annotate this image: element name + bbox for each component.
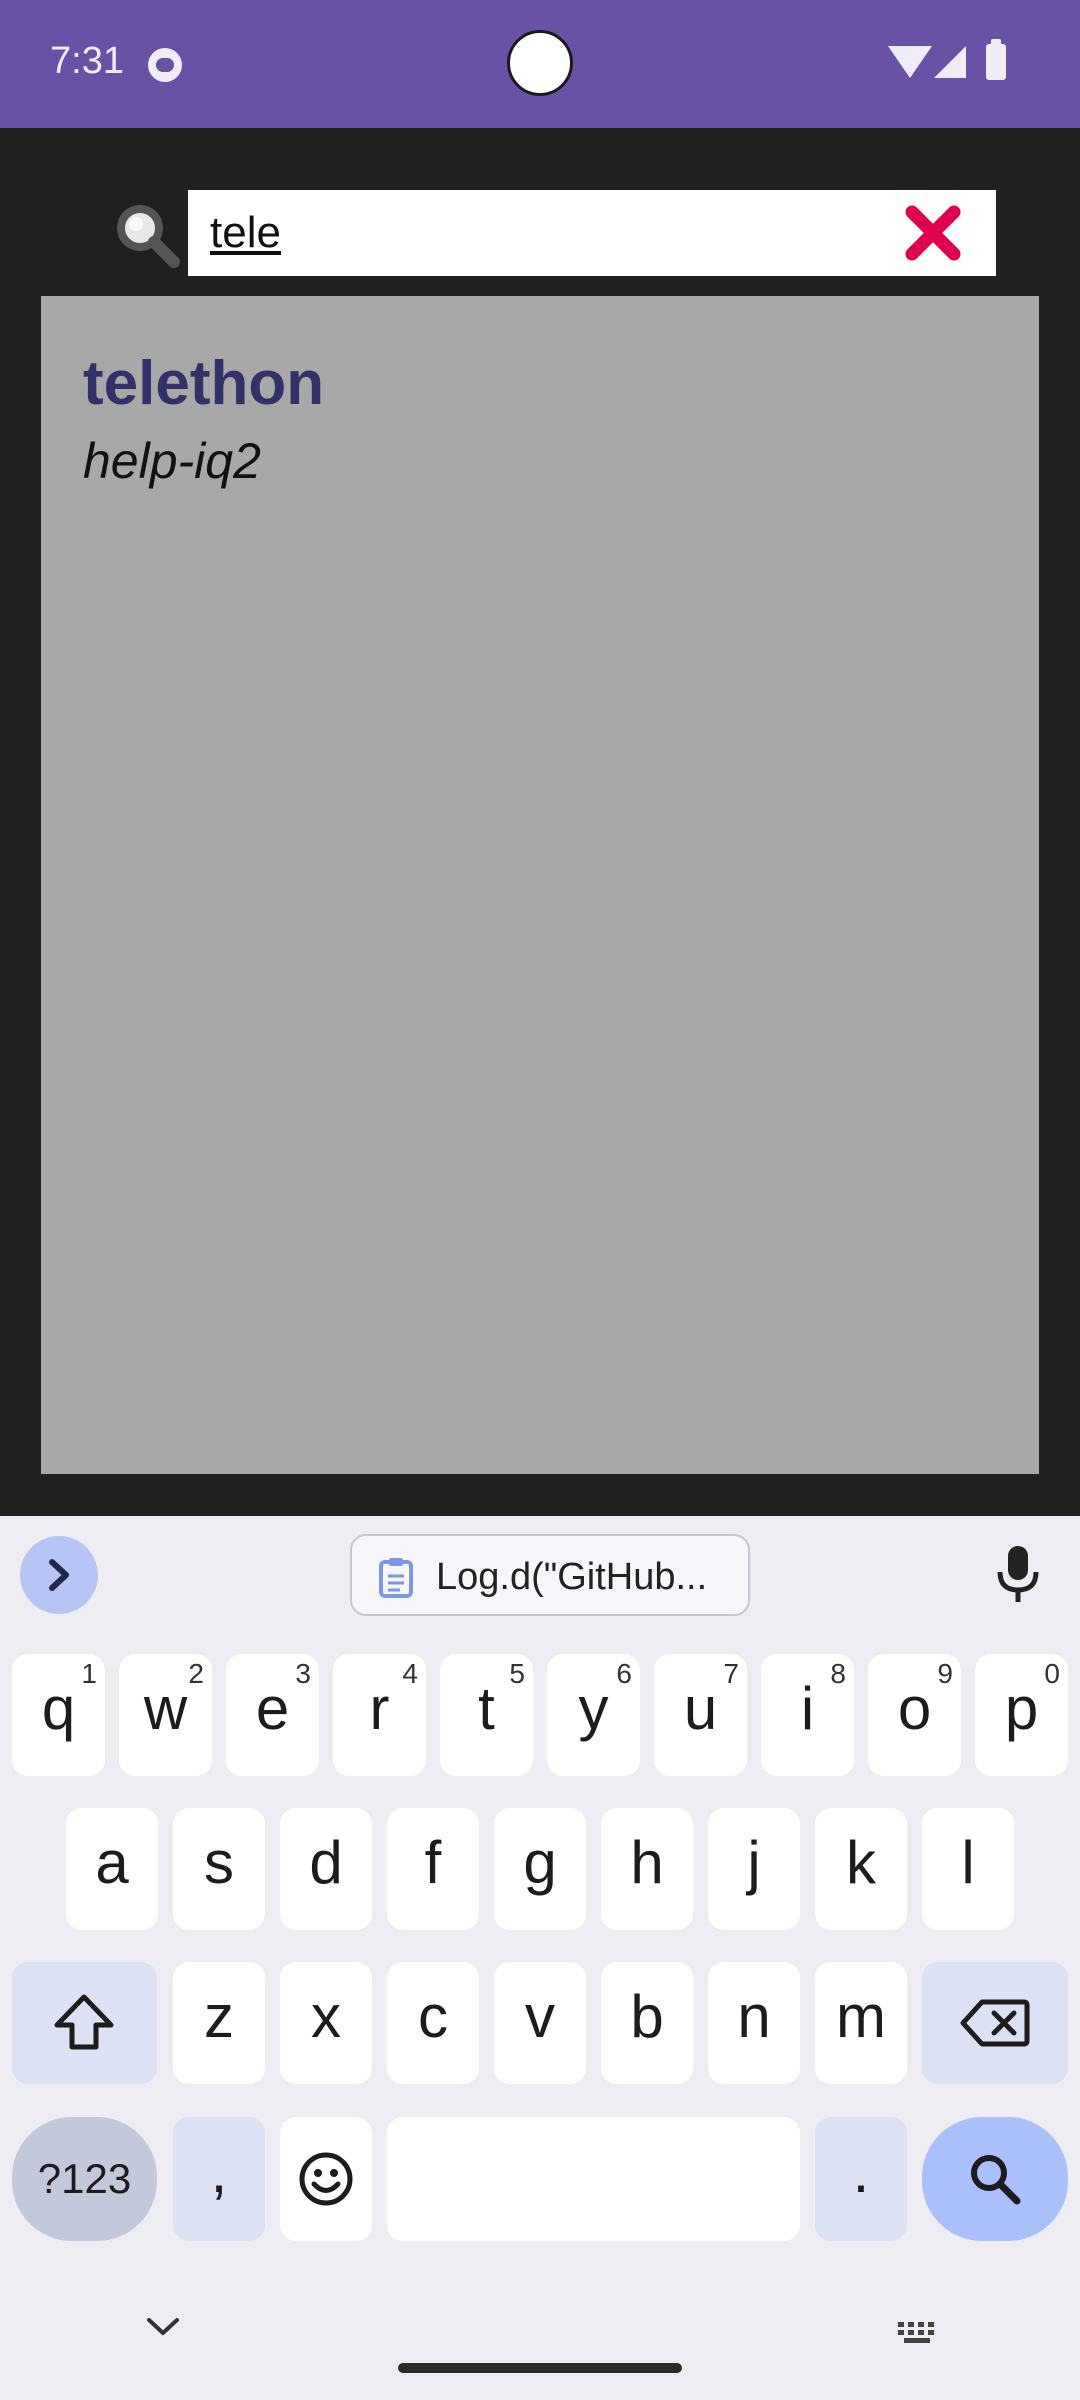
- search-icon: [117, 205, 180, 268]
- key-h[interactable]: h: [601, 1808, 693, 1930]
- key-p[interactable]: 0p: [975, 1654, 1068, 1776]
- search-query-text: tele: [210, 208, 281, 257]
- key-q[interactable]: 1q: [12, 1654, 105, 1776]
- toolbar-expand-button[interactable]: [20, 1536, 98, 1614]
- key-j[interactable]: j: [708, 1808, 800, 1930]
- key-y[interactable]: 6y: [547, 1654, 640, 1776]
- key-t[interactable]: 5t: [440, 1654, 533, 1776]
- emoji-icon: [299, 2152, 353, 2206]
- key-a[interactable]: a: [66, 1808, 158, 1930]
- key-x[interactable]: x: [280, 1962, 372, 2084]
- backspace-key[interactable]: [922, 1962, 1068, 2084]
- key-e[interactable]: 3e: [226, 1654, 319, 1776]
- result-subtitle: help-iq2: [83, 433, 261, 489]
- key-k[interactable]: k: [815, 1808, 907, 1930]
- emoji-key[interactable]: [280, 2117, 372, 2241]
- shift-icon: [54, 1994, 114, 2050]
- space-key[interactable]: [387, 2117, 800, 2241]
- key-v[interactable]: v: [494, 1962, 586, 2084]
- period-key[interactable]: .: [815, 2117, 907, 2241]
- chevron-right-icon: [49, 1559, 69, 1591]
- search-input[interactable]: tele: [188, 190, 996, 276]
- microphone-icon[interactable]: [996, 1544, 1040, 1606]
- comma-key[interactable]: ,: [173, 2117, 265, 2241]
- key-w[interactable]: 2w: [119, 1654, 212, 1776]
- clipboard-icon: [379, 1558, 413, 1598]
- key-b[interactable]: b: [601, 1962, 693, 2084]
- key-m[interactable]: m: [815, 1962, 907, 2084]
- shift-key[interactable]: [12, 1962, 157, 2084]
- key-r[interactable]: 4r: [333, 1654, 426, 1776]
- key-g[interactable]: g: [494, 1808, 586, 1930]
- status-bar: 7:31: [0, 0, 1080, 128]
- key-z[interactable]: z: [173, 1962, 265, 2084]
- clipboard-text: Log.d("GitHub...: [436, 1556, 708, 1598]
- keyboard-switch-icon[interactable]: [896, 2320, 940, 2346]
- backspace-icon: [960, 1999, 1030, 2047]
- clipboard-suggestion[interactable]: Log.d("GitHub...: [350, 1534, 750, 1616]
- results-panel: telethon help-iq2: [41, 296, 1039, 1474]
- symbols-key[interactable]: ?123: [12, 2117, 157, 2241]
- key-s[interactable]: s: [173, 1808, 265, 1930]
- camera-cutout: [507, 30, 573, 96]
- key-o[interactable]: 9o: [868, 1654, 961, 1776]
- key-i[interactable]: 8i: [761, 1654, 854, 1776]
- search-icon: [971, 2155, 1021, 2205]
- result-title: telethon: [83, 349, 325, 418]
- key-f[interactable]: f: [387, 1808, 479, 1930]
- cell-signal-icon: [934, 46, 966, 78]
- search-action-key[interactable]: [922, 2117, 1068, 2241]
- wifi-icon: [888, 46, 932, 78]
- on-screen-keyboard: Log.d("GitHub...: [0, 1516, 1080, 2400]
- clear-icon[interactable]: [904, 204, 962, 262]
- key-n[interactable]: n: [708, 1962, 800, 2084]
- key-u[interactable]: 7u: [654, 1654, 747, 1776]
- battery-icon: [986, 39, 1006, 80]
- notification-icon: [148, 48, 182, 82]
- home-gesture-bar[interactable]: [398, 2363, 682, 2373]
- key-l[interactable]: l: [922, 1808, 1014, 1930]
- hide-keyboard-chevron-icon[interactable]: [145, 2316, 181, 2338]
- key-d[interactable]: d: [280, 1808, 372, 1930]
- key-c[interactable]: c: [387, 1962, 479, 2084]
- status-time: 7:31: [50, 40, 124, 82]
